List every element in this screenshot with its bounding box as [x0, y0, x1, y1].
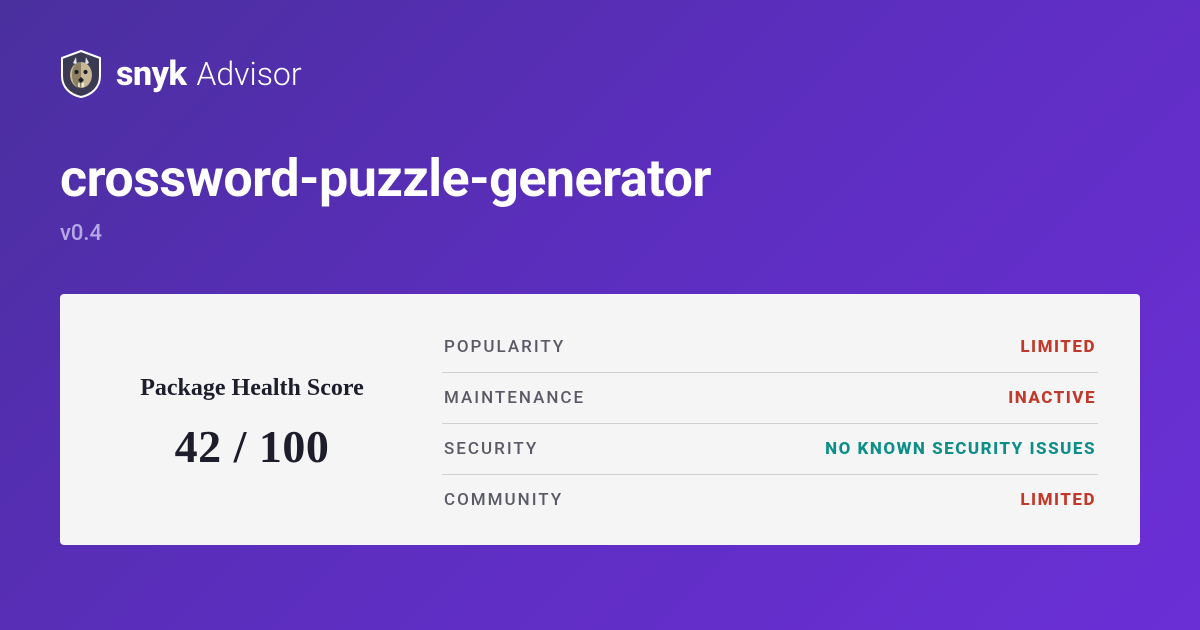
metric-row-popularity: POPULARITY LIMITED — [442, 322, 1098, 373]
metric-value: LIMITED — [1020, 490, 1096, 510]
score-block: Package Health Score 42 / 100 — [102, 322, 402, 525]
metric-label: MAINTENANCE — [444, 388, 585, 408]
score-value: 42 / 100 — [175, 420, 330, 473]
snyk-logo-icon — [60, 50, 102, 98]
brand-bar: snyk Advisor — [60, 50, 1140, 98]
metric-label: POPULARITY — [444, 337, 565, 357]
brand-name: snyk — [116, 54, 186, 94]
metric-label: COMMUNITY — [444, 490, 563, 510]
package-version: v0.4 — [60, 221, 1140, 246]
brand-text: snyk Advisor — [116, 54, 302, 94]
metric-value: INACTIVE — [1008, 388, 1096, 408]
score-label: Package Health Score — [140, 375, 364, 402]
brand-sub: Advisor — [196, 55, 301, 93]
metric-row-community: COMMUNITY LIMITED — [442, 475, 1098, 525]
metric-row-security: SECURITY NO KNOWN SECURITY ISSUES — [442, 424, 1098, 475]
page: snyk Advisor crossword-puzzle-generator … — [0, 0, 1200, 630]
health-card: Package Health Score 42 / 100 POPULARITY… — [60, 294, 1140, 545]
metric-value: LIMITED — [1020, 337, 1096, 357]
metric-label: SECURITY — [444, 439, 538, 459]
metrics-list: POPULARITY LIMITED MAINTENANCE INACTIVE … — [442, 322, 1098, 525]
metric-value: NO KNOWN SECURITY ISSUES — [825, 439, 1096, 459]
metric-row-maintenance: MAINTENANCE INACTIVE — [442, 373, 1098, 424]
package-name: crossword-puzzle-generator — [60, 148, 1140, 209]
